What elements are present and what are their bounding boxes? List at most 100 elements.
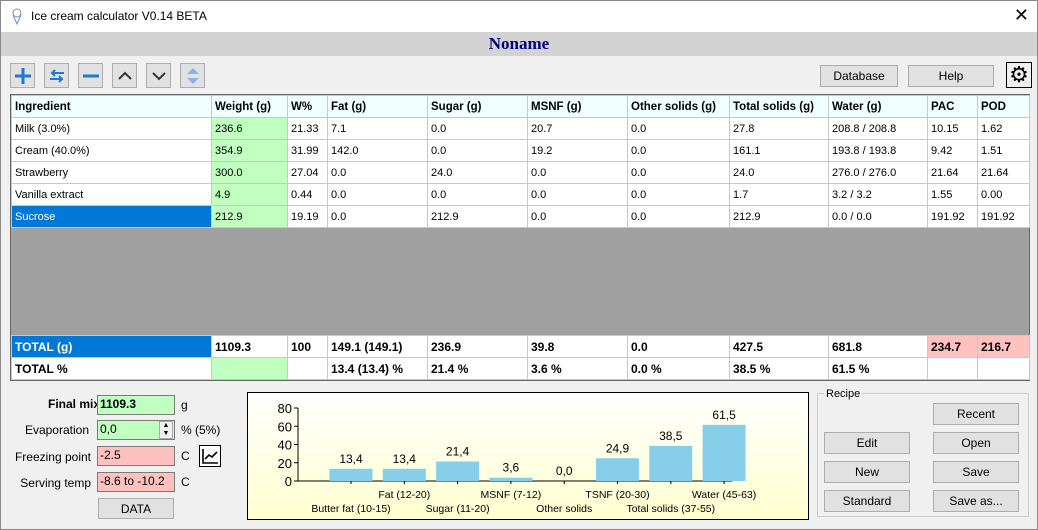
total-percent-row-cell[interactable]: TOTAL % [11, 357, 212, 380]
freezing-curve-icon[interactable] [199, 445, 221, 467]
table-row[interactable]: Milk (3.0%) 236.6 21.33 7.1 0.0 20.7 0.0 27.8 20… [11, 117, 1030, 140]
table-row-cell[interactable]: 1.51 [977, 139, 1030, 162]
table-row-cell[interactable]: 300.0 [211, 161, 288, 184]
table-row-cell[interactable]: 0.0 [627, 117, 730, 140]
replace-ingredient-button[interactable] [44, 63, 69, 88]
open-button[interactable]: Open [933, 432, 1019, 454]
table-row-cell[interactable]: 4.9 [211, 183, 288, 206]
total-grams-row-cell[interactable]: 427.5 [729, 335, 829, 358]
table-row-cell[interactable]: 0.0 [327, 205, 428, 228]
table-row-cell[interactable]: 19.2 [527, 139, 628, 162]
final-mix-field[interactable]: 1109.3 [97, 395, 175, 415]
table-row-cell[interactable]: 0.0 [627, 205, 730, 228]
header-row-cell[interactable]: Sugar (g) [427, 95, 528, 118]
header-row[interactable]: Ingredient Weight (g) W% Fat (g) Sugar (g) MS… [11, 95, 1030, 118]
table-row-cell[interactable]: Strawberry [11, 161, 212, 184]
table-row-cell[interactable]: 0.0 [527, 205, 628, 228]
header-row-cell[interactable]: Total solids (g) [729, 95, 829, 118]
table-row-cell[interactable]: Sucrose [11, 205, 212, 228]
table-row-cell[interactable]: 142.0 [327, 139, 428, 162]
total-percent-row-cell[interactable] [287, 357, 328, 380]
total-percent-row[interactable]: TOTAL % 13.4 (13.4) % 21.4 % 3.6 % 0.0 % 38.5… [11, 357, 1030, 380]
header-row-cell[interactable]: Weight (g) [211, 95, 288, 118]
table-row-cell[interactable]: 1.62 [977, 117, 1030, 140]
table-row-cell[interactable]: 0.0 [427, 183, 528, 206]
total-percent-row-cell[interactable]: 0.0 % [627, 357, 730, 380]
move-down-button[interactable] [146, 63, 171, 88]
total-grams-row-cell[interactable]: 1109.3 [211, 335, 288, 358]
table-row-cell[interactable]: 212.9 [427, 205, 528, 228]
table-row-cell[interactable]: 212.9 [211, 205, 288, 228]
total-percent-row-cell[interactable] [211, 357, 288, 380]
settings-gear-icon[interactable]: ⚙ [1006, 62, 1032, 88]
table-row-cell[interactable]: 21.64 [927, 161, 978, 184]
table-row-cell[interactable]: 20.7 [527, 117, 628, 140]
save-button[interactable]: Save [933, 461, 1019, 483]
table-row-cell[interactable]: 161.1 [729, 139, 829, 162]
header-row-cell[interactable]: POD [977, 95, 1030, 118]
table-row-cell[interactable]: 276.0 / 276.0 [828, 161, 928, 184]
table-row-cell[interactable]: 21.64 [977, 161, 1030, 184]
edit-button[interactable]: Edit [824, 432, 910, 454]
table-row-cell[interactable]: 191.92 [977, 205, 1030, 228]
header-row-cell[interactable]: PAC [927, 95, 978, 118]
table-row-cell[interactable]: 0.0 [527, 161, 628, 184]
add-ingredient-button[interactable] [10, 63, 35, 88]
table-row-cell[interactable]: 31.99 [287, 139, 328, 162]
recent-button[interactable]: Recent [933, 403, 1019, 425]
sort-button[interactable] [180, 63, 205, 88]
table-row-cell[interactable]: 0.44 [287, 183, 328, 206]
header-row-cell[interactable]: MSNF (g) [527, 95, 628, 118]
table-row-cell[interactable]: 236.6 [211, 117, 288, 140]
total-percent-row-cell[interactable]: 38.5 % [729, 357, 829, 380]
total-grams-row-cell[interactable]: TOTAL (g) [11, 335, 212, 358]
total-percent-row-cell[interactable]: 61.5 % [828, 357, 928, 380]
table-row-cell[interactable]: 1.55 [927, 183, 978, 206]
table-row-cell[interactable]: Milk (3.0%) [11, 117, 212, 140]
header-row-cell[interactable]: Fat (g) [327, 95, 428, 118]
table-row-cell[interactable]: 0.0 / 0.0 [828, 205, 928, 228]
total-percent-row-cell[interactable]: 3.6 % [527, 357, 628, 380]
table-row-cell[interactable]: 0.0 [427, 117, 528, 140]
total-percent-row-cell[interactable]: 13.4 (13.4) % [327, 357, 428, 380]
table-row[interactable]: Strawberry 300.0 27.04 0.0 24.0 0.0 0.0 24.0 276… [11, 161, 1030, 184]
remove-ingredient-button[interactable] [78, 63, 103, 88]
table-row-cell[interactable]: 19.19 [287, 205, 328, 228]
table-row-cell[interactable]: 0.00 [977, 183, 1030, 206]
table-row-cell[interactable]: 0.0 [327, 183, 428, 206]
table-row-cell[interactable]: 1.7 [729, 183, 829, 206]
table-row-cell[interactable]: 208.8 / 208.8 [828, 117, 928, 140]
header-row-cell[interactable]: Other solids (g) [627, 95, 730, 118]
total-grams-row-cell[interactable]: 681.8 [828, 335, 928, 358]
table-row-cell[interactable]: 0.0 [527, 183, 628, 206]
table-row[interactable]: Cream (40.0%) 354.9 31.99 142.0 0.0 19.2 0.0 16… [11, 139, 1030, 162]
table-row-cell[interactable]: 27.04 [287, 161, 328, 184]
table-row-cell[interactable]: 191.92 [927, 205, 978, 228]
table-row-cell[interactable]: 0.0 [627, 161, 730, 184]
table-row-cell[interactable]: 0.0 [327, 161, 428, 184]
total-grams-row-cell[interactable]: 216.7 [977, 335, 1030, 358]
total-grams-row-cell[interactable]: 236.9 [427, 335, 528, 358]
total-percent-row-cell[interactable]: 21.4 % [427, 357, 528, 380]
table-row-cell[interactable]: 24.0 [427, 161, 528, 184]
database-button[interactable]: Database [820, 65, 898, 87]
total-percent-row-cell[interactable] [927, 357, 978, 380]
table-row-cell[interactable]: 24.0 [729, 161, 829, 184]
close-button[interactable]: ✕ [1014, 5, 1029, 26]
table-row-cell[interactable]: 0.0 [627, 183, 730, 206]
table-row-cell[interactable]: 0.0 [427, 139, 528, 162]
table-row[interactable]: Vanilla extract 4.9 0.44 0.0 0.0 0.0 0.0 1.7 3.2… [11, 183, 1030, 206]
total-grams-row-cell[interactable]: 100 [287, 335, 328, 358]
table-row-cell[interactable]: 3.2 / 3.2 [828, 183, 928, 206]
table-row-cell[interactable]: 27.8 [729, 117, 829, 140]
evaporation-spinner[interactable]: ▲ ▼ [159, 421, 173, 439]
table-row[interactable]: Sucrose 212.9 19.19 0.0 212.9 0.0 0.0 212.9 0.0 … [11, 205, 1030, 228]
table-row-cell[interactable]: 0.0 [627, 139, 730, 162]
save-as-button[interactable]: Save as... [933, 490, 1019, 512]
total-grams-row-cell[interactable]: 149.1 (149.1) [327, 335, 428, 358]
help-button[interactable]: Help [908, 65, 994, 87]
table-row-cell[interactable]: 10.15 [927, 117, 978, 140]
new-button[interactable]: New [824, 461, 910, 483]
total-grams-row-cell[interactable]: 0.0 [627, 335, 730, 358]
table-row-cell[interactable]: 7.1 [327, 117, 428, 140]
